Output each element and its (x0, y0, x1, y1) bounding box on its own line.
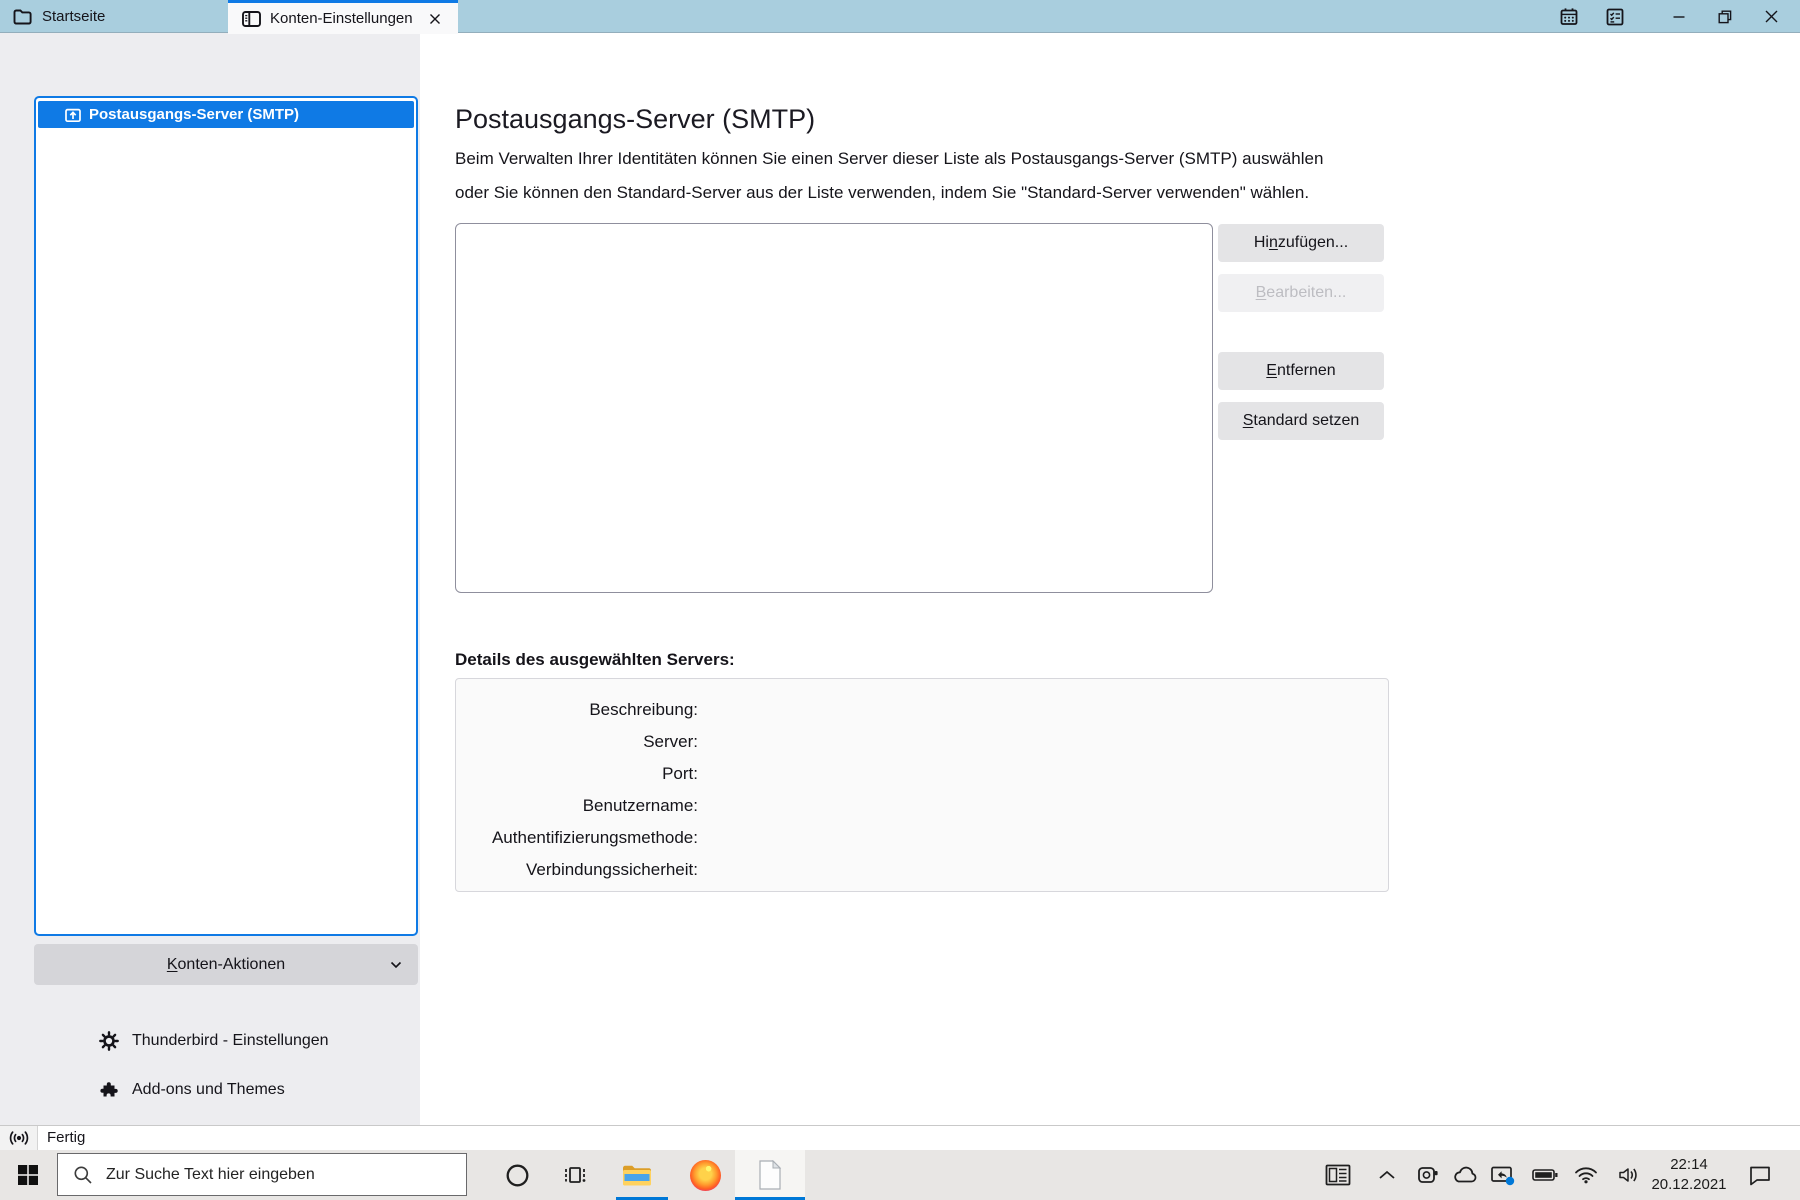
cast-icon[interactable] (1488, 1150, 1518, 1200)
status-bar: Fertig (0, 1125, 1800, 1150)
titlebar-controls (1546, 0, 1794, 33)
detail-label-server: Server: (643, 732, 698, 751)
detail-label-benutzername: Benutzername: (582, 796, 698, 815)
konten-aktionen-button[interactable]: Konten-Aktionen (34, 944, 418, 985)
file-explorer-icon[interactable] (607, 1150, 667, 1200)
titlebar: Startseite Konten-Einstellungen (0, 0, 1800, 34)
wifi-icon[interactable] (1572, 1150, 1600, 1200)
add-button[interactable]: Hinzufügen... (1218, 224, 1384, 262)
edit-button: Bearbeiten... (1218, 274, 1384, 312)
clock-time: 22:14 (1670, 1156, 1708, 1173)
detail-row: Benutzername: (456, 796, 1388, 828)
volume-icon[interactable] (1614, 1150, 1644, 1200)
page-title: Postausgangs-Server (SMTP) (455, 104, 816, 135)
device-icon[interactable] (1413, 1150, 1443, 1200)
detail-row: Server: (456, 732, 1388, 764)
minimize-icon[interactable] (1656, 0, 1702, 33)
tab-label: Startseite (42, 8, 106, 25)
sidebar-item-label: Postausgangs-Server (SMTP) (89, 106, 300, 123)
restore-icon[interactable] (1702, 0, 1748, 33)
battery-icon[interactable] (1531, 1150, 1559, 1200)
gear-icon (99, 1031, 119, 1051)
start-button[interactable] (0, 1150, 56, 1200)
chevron-up-icon[interactable] (1374, 1150, 1400, 1200)
taskbar: Zur Suche Text hier eingeben 22:14 20.12… (0, 1150, 1800, 1200)
taskbar-clock[interactable]: 22:14 20.12.2021 (1648, 1150, 1730, 1200)
detail-label-beschreibung: Beschreibung: (589, 700, 698, 719)
tab-startseite[interactable]: Startseite (0, 0, 228, 33)
detail-label-port: Port: (662, 764, 698, 783)
detail-label-authentifizierungsmethode: Authentifizierungsmethode: (491, 828, 698, 847)
action-center-icon[interactable] (1745, 1150, 1775, 1200)
titlebar-spacer (1638, 16, 1656, 17)
firefox-icon[interactable] (675, 1150, 735, 1200)
detail-label-verbindungssicherheit: Verbindungssicherheit: (525, 860, 698, 879)
news-icon[interactable] (1324, 1150, 1352, 1200)
sidebar-item-smtp[interactable]: Postausgangs-Server (SMTP) (38, 101, 414, 128)
description-line2: oder Sie können den Standard-Server aus … (455, 183, 1310, 202)
tab-label: Konten-Einstellungen (270, 10, 413, 27)
cortana-icon[interactable] (489, 1150, 545, 1200)
task-view-icon[interactable] (547, 1150, 603, 1200)
set-default-button[interactable]: Standard setzen (1218, 402, 1384, 440)
chevron-down-icon (390, 961, 402, 969)
cloud-icon[interactable] (1451, 1150, 1479, 1200)
clock-date: 20.12.2021 (1651, 1175, 1727, 1193)
status-text: Fertig (47, 1129, 86, 1146)
puzzle-icon (99, 1080, 119, 1100)
footer-item-label: Thunderbird - Einstellungen (132, 1032, 329, 1049)
document-icon[interactable] (735, 1150, 805, 1200)
search-icon (73, 1165, 93, 1185)
tab-close-icon[interactable] (424, 8, 446, 30)
windows-logo-icon (18, 1165, 38, 1185)
details-panel: Beschreibung: Server: Port: Benutzername… (455, 678, 1389, 892)
detail-row: Port: (456, 764, 1388, 796)
calendar-icon[interactable] (1546, 0, 1592, 33)
smtp-outbox-icon (64, 106, 82, 124)
accounts-tree: Postausgangs-Server (SMTP) (34, 96, 418, 936)
remove-button[interactable]: Entfernen (1218, 352, 1384, 390)
tasks-icon[interactable] (1592, 0, 1638, 33)
detail-row: Beschreibung: (456, 700, 1388, 732)
smtp-server-list[interactable] (455, 223, 1213, 593)
tab-konten-einstellungen[interactable]: Konten-Einstellungen (228, 0, 458, 34)
thunderbird-settings-item[interactable]: Thunderbird - Einstellungen (99, 1027, 329, 1055)
accounts-sidebar: Postausgangs-Server (SMTP) Konten-Aktion… (0, 33, 420, 1125)
detail-row: Authentifizierungsmethode: (456, 828, 1388, 860)
folder-icon (13, 8, 32, 25)
addons-themes-item[interactable]: Add-ons und Themes (99, 1076, 285, 1104)
details-heading: Details des ausgewählten Servers: (455, 650, 735, 669)
footer-item-label: Add-ons und Themes (132, 1081, 285, 1098)
account-settings-icon (242, 10, 261, 27)
description-line1: Beim Verwalten Ihrer Identitäten können … (455, 149, 1324, 168)
detail-row: Verbindungssicherheit: (456, 860, 1388, 892)
broadcast-icon (0, 1126, 38, 1150)
close-icon[interactable] (1748, 0, 1794, 33)
taskbar-search-input[interactable]: Zur Suche Text hier eingeben (57, 1153, 467, 1196)
search-placeholder: Zur Suche Text hier eingeben (106, 1165, 315, 1183)
